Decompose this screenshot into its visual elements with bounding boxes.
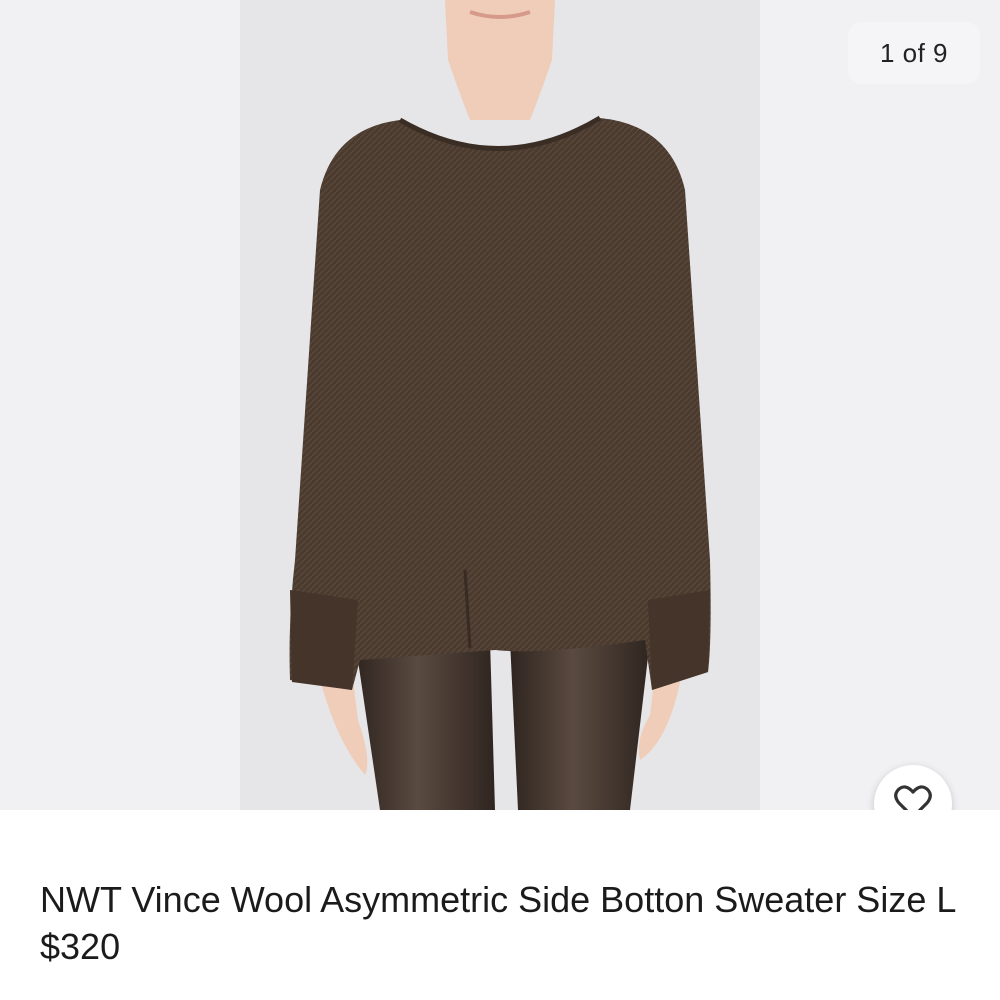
product-image-gallery[interactable]: 1 of 9 bbox=[0, 0, 1000, 810]
favorite-button[interactable] bbox=[874, 765, 952, 810]
image-counter: 1 of 9 bbox=[848, 22, 980, 84]
heart-outline-icon bbox=[893, 784, 933, 810]
image-counter-label: 1 of 9 bbox=[879, 37, 949, 68]
product-photo[interactable] bbox=[240, 0, 760, 810]
model-wearing-sweater-image bbox=[289, 0, 711, 810]
listing-title: NWT Vince Wool Asymmetric Side Botton Sw… bbox=[40, 879, 956, 967]
seller-info-cutoff bbox=[40, 988, 340, 1000]
